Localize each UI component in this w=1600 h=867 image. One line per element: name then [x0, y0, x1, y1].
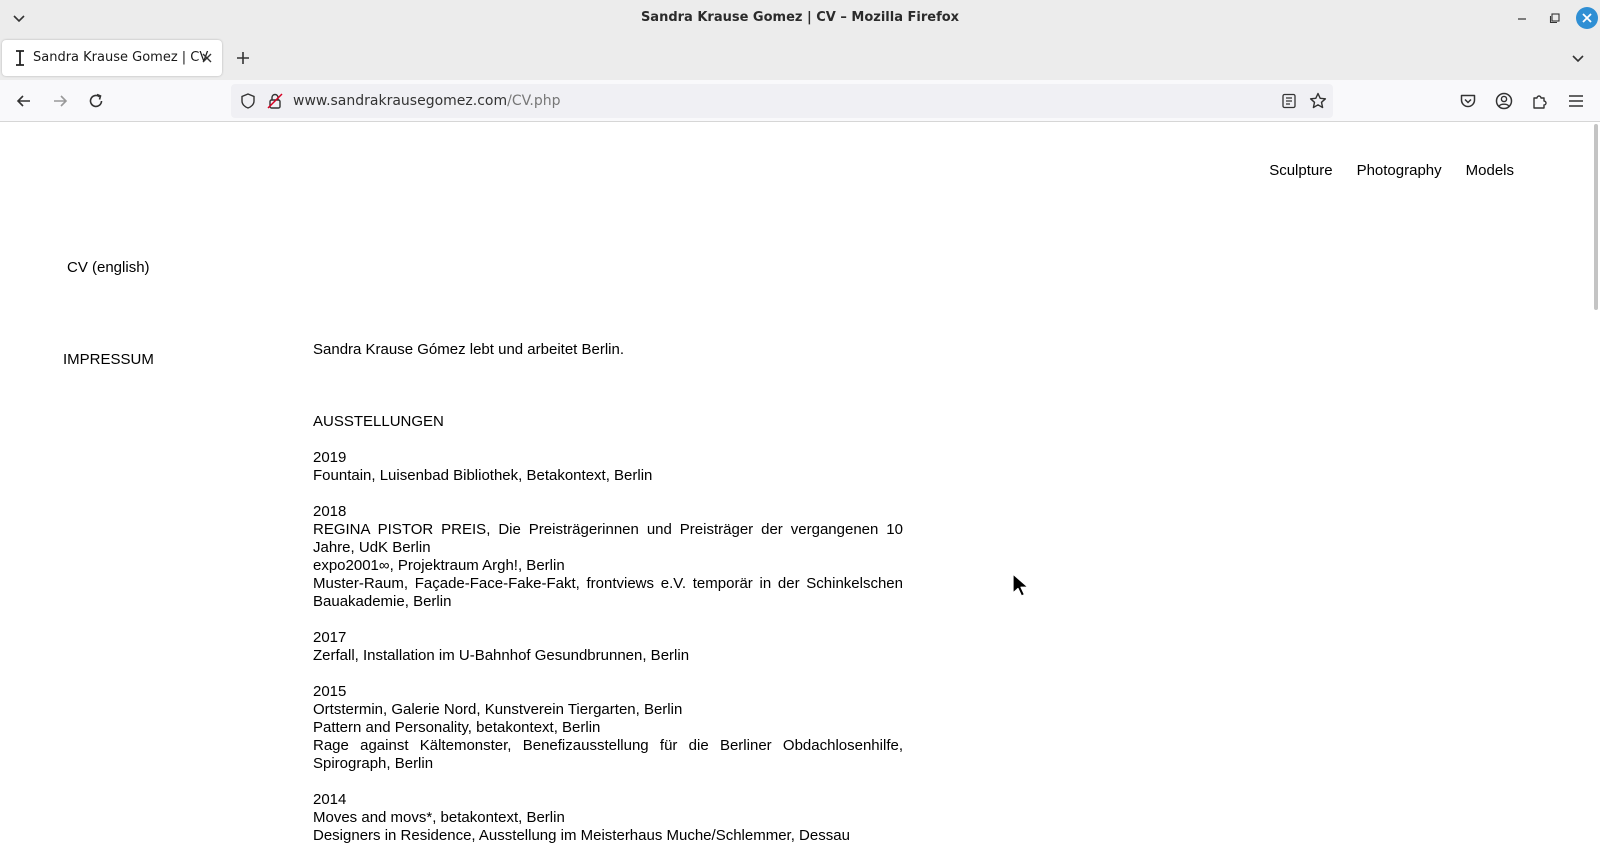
account-icon[interactable]	[1494, 91, 1514, 111]
url-domain: www.sandrakrausegomez.com	[293, 93, 508, 109]
close-window-icon[interactable]	[1576, 7, 1598, 29]
year-block: 2014 Moves and movs*, betakontext, Berli…	[313, 791, 903, 845]
restore-icon[interactable]	[1545, 8, 1565, 28]
site-navigation: Sculpture Photography Models	[1269, 162, 1514, 179]
window-title: Sandra Krause Gomez | CV – Mozilla Firef…	[640, 10, 960, 25]
exhibition-entry: Pattern and Personality, betakontext, Be…	[313, 719, 601, 736]
tracking-shield-icon[interactable]	[239, 92, 257, 110]
year-heading: 2019	[313, 449, 347, 466]
bookmark-star-icon[interactable]	[1308, 91, 1328, 111]
exhibition-entry: Zerfall, Installation im U-Bahnhof Gesun…	[313, 647, 690, 664]
nav-link-models[interactable]: Models	[1466, 162, 1514, 179]
exhibition-entry: Designers in Residence, Ausstellung im M…	[313, 827, 850, 844]
forward-arrow-icon[interactable]	[50, 91, 70, 111]
navigation-toolbar: www.sandrakrausegomez.com/CV.php	[0, 80, 1600, 122]
section-title: AUSSTELLUNGEN	[313, 413, 444, 430]
new-tab-icon[interactable]	[234, 49, 252, 67]
exhibition-entry: Rage against Kältemonster, Benefizausste…	[313, 737, 903, 772]
nav-link-sculpture[interactable]: Sculpture	[1269, 162, 1332, 179]
year-heading: 2018	[313, 503, 347, 520]
tab-label: Sandra Krause Gomez | CV	[33, 50, 209, 65]
nav-link-photography[interactable]: Photography	[1357, 162, 1442, 179]
url-path: /CV.php	[507, 93, 561, 109]
reader-view-icon[interactable]	[1280, 92, 1298, 110]
exhibition-entry: expo2001∞, Projektraum Argh!, Berlin	[313, 557, 565, 574]
extensions-puzzle-icon[interactable]	[1530, 91, 1550, 111]
window-titlebar: Sandra Krause Gomez | CV – Mozilla Firef…	[0, 0, 1600, 36]
cv-content: Sandra Krause Gómez lebt und arbeitet Be…	[313, 341, 903, 863]
cv-english-link[interactable]: CV (english)	[67, 259, 150, 276]
hamburger-menu-icon[interactable]	[1566, 91, 1586, 111]
list-all-tabs-icon[interactable]	[1569, 49, 1587, 67]
url-bar[interactable]: www.sandrakrausegomez.com/CV.php	[231, 84, 1333, 118]
exhibition-entry: Fountain, Luisenbad Bibliothek, Betakont…	[313, 467, 653, 484]
year-heading: 2014	[313, 791, 347, 808]
page-scrollbar[interactable]	[1594, 124, 1598, 310]
minimize-icon[interactable]	[1512, 8, 1532, 28]
exhibition-entry: Ortstermin, Galerie Nord, Kunstverein Ti…	[313, 701, 683, 718]
reload-icon[interactable]	[86, 91, 106, 111]
tab-cv[interactable]: Sandra Krause Gomez | CV	[2, 40, 222, 76]
year-block: 2015 Ortstermin, Galerie Nord, Kunstvere…	[313, 683, 903, 773]
year-heading: 2015	[313, 683, 347, 700]
exhibition-entry: Moves and movs*, betakontext, Berlin	[313, 809, 565, 826]
close-tab-icon[interactable]	[199, 50, 215, 66]
intro-text: Sandra Krause Gómez lebt und arbeitet Be…	[313, 341, 625, 358]
year-heading: 2017	[313, 629, 347, 646]
impressum-link[interactable]: IMPRESSUM	[63, 351, 154, 368]
year-block: 2017 Zerfall, Installation im U-Bahnhof …	[313, 629, 903, 665]
year-block: 2018 REGINA PISTOR PREIS, Die Preisträge…	[313, 503, 903, 611]
web-page: Sculpture Photography Models CV (english…	[0, 122, 1600, 867]
mouse-pointer-icon	[1012, 573, 1029, 597]
tab-bar: Sandra Krause Gomez | CV	[0, 36, 1600, 80]
pocket-icon[interactable]	[1458, 91, 1478, 111]
insecure-lock-icon[interactable]	[266, 92, 284, 110]
exhibition-entry: Muster-Raum, Façade-Face-Fake-Fakt, fron…	[313, 575, 903, 610]
back-arrow-icon[interactable]	[14, 91, 34, 111]
exhibition-entry: REGINA PISTOR PREIS, Die Preisträgerinne…	[313, 521, 903, 556]
text-cursor-icon	[16, 50, 24, 66]
url-text: www.sandrakrausegomez.com/CV.php	[293, 93, 560, 109]
year-block: 2019 Fountain, Luisenbad Bibliothek, Bet…	[313, 449, 903, 485]
